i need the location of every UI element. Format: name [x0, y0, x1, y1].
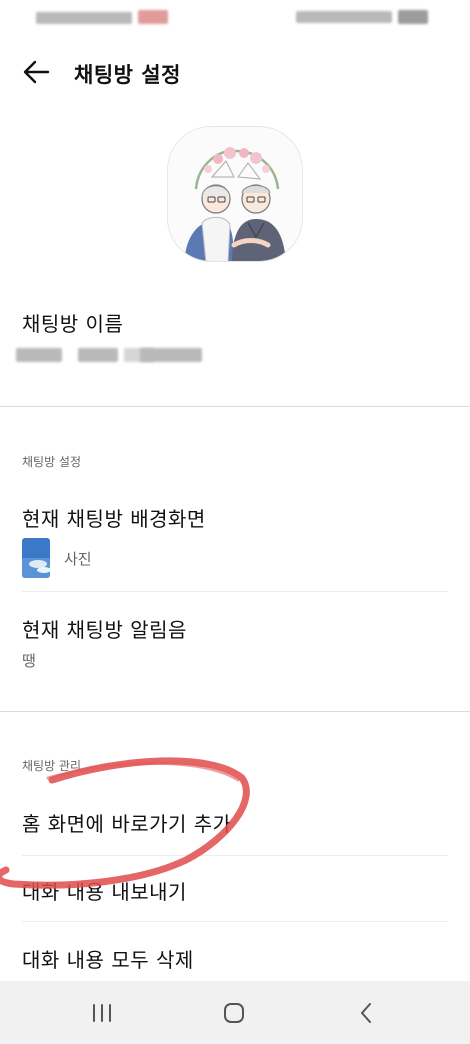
section-label-settings: 채팅방 설정	[22, 455, 82, 469]
notification-sound-title[interactable]: 현재 채팅방 알림음	[22, 614, 187, 643]
status-bar-battery	[398, 10, 428, 24]
status-bar-notification-icon	[138, 10, 168, 24]
arrow-left-icon	[23, 60, 50, 84]
export-chat-item[interactable]: 대화 내용 내보내기	[22, 876, 187, 905]
wallpaper-setting-value: 사진	[64, 550, 92, 568]
header: 채팅방 설정	[0, 40, 470, 104]
chatroom-profile-image[interactable]	[167, 126, 303, 262]
add-home-shortcut-item[interactable]: 홈 화면에 바로가기 추가	[22, 808, 232, 837]
status-bar-time	[36, 12, 132, 24]
section-label-management: 채팅방 관리	[22, 759, 82, 773]
home-icon	[224, 1003, 244, 1023]
redacted-block	[78, 348, 118, 362]
wallpaper-thumbnail	[22, 538, 50, 578]
sky-photo-icon	[22, 538, 50, 578]
recent-apps-button[interactable]	[80, 995, 124, 1031]
status-bar	[0, 0, 470, 34]
redacted-block	[140, 348, 202, 362]
section-divider	[0, 711, 470, 712]
notification-sound-value: 땡	[22, 652, 36, 670]
status-bar-system-icons	[296, 11, 392, 23]
row-divider	[22, 855, 448, 856]
chevron-left-icon	[361, 1003, 371, 1023]
redacted-block	[16, 348, 62, 362]
page-title: 채팅방 설정	[74, 63, 181, 87]
row-divider	[22, 591, 448, 592]
system-back-button[interactable]	[344, 995, 388, 1031]
system-navigation-bar	[0, 981, 470, 1044]
home-button[interactable]	[212, 995, 256, 1031]
delete-all-chat-item[interactable]: 대화 내용 모두 삭제	[22, 944, 194, 973]
wallpaper-setting-title[interactable]: 현재 채팅방 배경화면	[22, 503, 206, 532]
section-divider	[0, 406, 470, 407]
back-button[interactable]	[20, 58, 52, 86]
chatroom-name-label[interactable]: 채팅방 이름	[22, 308, 123, 337]
recent-apps-icon	[93, 1004, 111, 1022]
row-divider	[22, 921, 448, 922]
profile-illustration	[168, 127, 302, 261]
